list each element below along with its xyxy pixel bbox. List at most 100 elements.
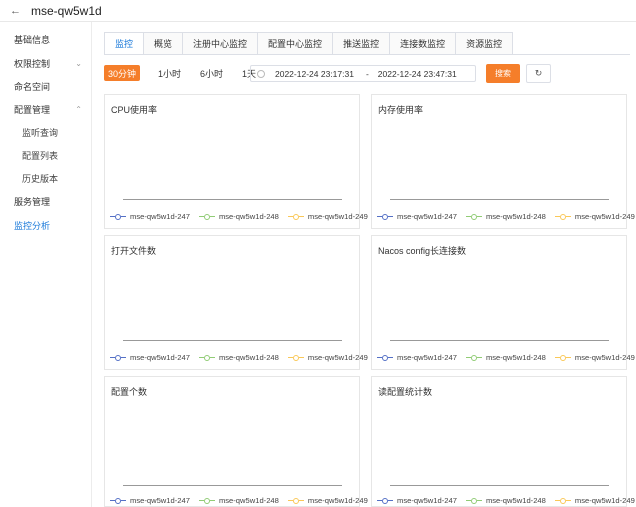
legend-label: mse-qw5w1d-247 xyxy=(397,353,457,362)
legend-line xyxy=(298,216,304,217)
tab-4[interactable]: 推送监控 xyxy=(333,32,391,55)
legend-label: mse-qw5w1d-248 xyxy=(218,496,279,505)
chart-title: 打开文件数 xyxy=(111,246,157,256)
sidebar-item-6[interactable]: 历史版本 xyxy=(0,167,92,190)
legend-item[interactable]: mse-qw5w1d-247 xyxy=(377,353,457,362)
sidebar-item-2[interactable]: 命名空间 xyxy=(0,75,92,98)
chart-legend: mse-qw5w1d-247 mse-qw5w1d-248 mse-qw5w1d-2… xyxy=(377,353,636,362)
range-option-2[interactable]: 6小时 xyxy=(196,65,227,81)
chart-x-axis xyxy=(123,485,342,486)
legend-item[interactable]: mse-qw5w1d-249 xyxy=(554,496,635,505)
top-bar: ← mse-qw5w1d xyxy=(0,0,636,22)
main-panel: 监控 概览 注册中心监控 配置中心监控 推送监控 连接数监控 资源监控 30分钟 1小时 6小时… xyxy=(92,22,636,507)
sidebar-item-0[interactable]: 基础信息 xyxy=(0,28,92,51)
tab-6[interactable]: 资源监控 xyxy=(456,32,514,55)
end-date[interactable]: 2022-12-24 23:47:31 xyxy=(378,69,457,79)
legend-item[interactable]: mse-qw5w1d-248 xyxy=(198,212,279,221)
tab-0[interactable]: 监控 xyxy=(104,32,145,55)
legend-item[interactable]: mse-qw5w1d-249 xyxy=(287,353,368,362)
legend-label: mse-qw5w1d-249 xyxy=(574,212,635,221)
refresh-icon: ↻ xyxy=(534,68,543,78)
legend-line xyxy=(388,500,393,501)
sidebar-item-label: 权限控制 xyxy=(14,58,51,69)
chart-title: 读配置统计数 xyxy=(378,387,433,397)
legend-line xyxy=(388,357,393,358)
legend-label: mse-qw5w1d-249 xyxy=(574,496,635,505)
legend-line xyxy=(565,216,571,217)
legend-item[interactable]: mse-qw5w1d-248 xyxy=(465,212,546,221)
legend-item[interactable]: mse-qw5w1d-249 xyxy=(287,212,368,221)
legend-label: mse-qw5w1d-248 xyxy=(485,353,546,362)
chart-legend: mse-qw5w1d-247 mse-qw5w1d-248 mse-qw5w1d-2… xyxy=(110,353,377,362)
legend-item[interactable]: mse-qw5w1d-247 xyxy=(110,353,190,362)
legend-label: mse-qw5w1d-249 xyxy=(307,212,368,221)
legend-label: mse-qw5w1d-248 xyxy=(218,212,279,221)
legend-label: mse-qw5w1d-249 xyxy=(307,496,368,505)
legend-item[interactable]: mse-qw5w1d-248 xyxy=(465,353,546,362)
chart-card: 打开文件数 mse-qw5w1d-247 mse-qw5w1d-248 mse-qw5… xyxy=(104,235,368,370)
sidebar-item-8[interactable]: 监控分析 xyxy=(0,214,92,237)
legend-label: mse-qw5w1d-247 xyxy=(130,212,190,221)
chart-legend: mse-qw5w1d-247 mse-qw5w1d-248 mse-qw5w1d-2… xyxy=(377,212,636,221)
chart-card: 配置个数 mse-qw5w1d-247 mse-qw5w1d-248 mse-qw5w… xyxy=(104,376,368,507)
legend-line xyxy=(476,500,482,501)
refresh-button[interactable]: ↻ xyxy=(526,64,551,83)
legend-item[interactable]: mse-qw5w1d-249 xyxy=(554,353,635,362)
legend-line xyxy=(388,216,393,217)
time-range-selector: 30分钟 1小时 6小时 1天 xyxy=(104,65,271,81)
chart-x-axis xyxy=(123,340,342,341)
sidebar: 基础信息权限控制 ⌄ 命名空间 配置管理 ⌃ 监听查询配置列表历史版本服务管理监控分析 xyxy=(0,22,92,507)
sidebar-item-1[interactable]: 权限控制 ⌄ xyxy=(0,52,92,75)
sidebar-item-label: 监听查询 xyxy=(22,128,59,139)
start-date[interactable]: 2022-12-24 23:17:31 xyxy=(275,69,354,79)
legend-item[interactable]: mse-qw5w1d-248 xyxy=(198,496,279,505)
legend-line xyxy=(121,216,126,217)
chart-legend: mse-qw5w1d-247 mse-qw5w1d-248 mse-qw5w1d-2… xyxy=(377,496,636,505)
tab-2[interactable]: 注册中心监控 xyxy=(183,32,259,55)
legend-item[interactable]: mse-qw5w1d-248 xyxy=(198,353,279,362)
tab-3[interactable]: 配置中心监控 xyxy=(258,32,334,55)
back-arrow-icon[interactable]: ← xyxy=(10,5,24,17)
tab-1[interactable]: 概览 xyxy=(144,32,184,55)
range-option-1[interactable]: 1小时 xyxy=(154,65,185,81)
chart-card: 内存使用率 mse-qw5w1d-247 mse-qw5w1d-248 mse-qw5… xyxy=(371,94,635,229)
legend-label: mse-qw5w1d-248 xyxy=(485,496,546,505)
legend-item[interactable]: mse-qw5w1d-249 xyxy=(287,496,368,505)
chart-x-axis xyxy=(123,199,342,200)
search-button[interactable]: 搜索 xyxy=(486,64,520,83)
legend-item[interactable]: mse-qw5w1d-248 xyxy=(465,496,546,505)
legend-item[interactable]: mse-qw5w1d-247 xyxy=(377,212,457,221)
tab-5[interactable]: 连接数监控 xyxy=(390,32,457,55)
sidebar-item-label: 历史版本 xyxy=(22,174,59,185)
legend-item[interactable]: mse-qw5w1d-247 xyxy=(110,496,190,505)
sidebar-item-4[interactable]: 监听查询 xyxy=(0,121,92,144)
chart-legend: mse-qw5w1d-247 mse-qw5w1d-248 mse-qw5w1d-2… xyxy=(110,212,377,221)
legend-item[interactable]: mse-qw5w1d-247 xyxy=(110,212,190,221)
sidebar-item-label: 基础信息 xyxy=(14,35,51,46)
legend-line xyxy=(476,216,482,217)
legend-item[interactable]: mse-qw5w1d-249 xyxy=(554,212,635,221)
date-range-picker[interactable]: 2022-12-24 23:17:31 - 2022-12-24 23:47:3… xyxy=(250,65,476,82)
legend-label: mse-qw5w1d-248 xyxy=(218,353,279,362)
chart-title: 配置个数 xyxy=(111,387,148,397)
legend-label: mse-qw5w1d-247 xyxy=(397,212,457,221)
legend-line xyxy=(565,357,571,358)
legend-line xyxy=(121,500,126,501)
range-option-0[interactable]: 30分钟 xyxy=(104,65,141,81)
chevron-icon: ⌄ xyxy=(75,58,82,68)
chart-title: Nacos config长连接数 xyxy=(378,246,467,256)
chart-title: 内存使用率 xyxy=(378,105,424,115)
clock-icon xyxy=(257,69,265,78)
sidebar-item-label: 监控分析 xyxy=(14,221,51,232)
legend-line xyxy=(565,500,571,501)
legend-line xyxy=(121,357,126,358)
sidebar-item-label: 配置列表 xyxy=(22,151,59,162)
chart-card: Nacos config长连接数 mse-qw5w1d-247 mse-qw5w1d… xyxy=(371,235,635,370)
tab-bar: 监控 概览 注册中心监控 配置中心监控 推送监控 连接数监控 资源监控 xyxy=(104,32,514,55)
sidebar-item-5[interactable]: 配置列表 xyxy=(0,144,92,167)
sidebar-item-3[interactable]: 配置管理 ⌃ xyxy=(0,98,92,121)
legend-item[interactable]: mse-qw5w1d-247 xyxy=(377,496,457,505)
legend-line xyxy=(209,357,215,358)
sidebar-item-7[interactable]: 服务管理 xyxy=(0,190,92,213)
sidebar-item-label: 配置管理 xyxy=(14,104,51,115)
